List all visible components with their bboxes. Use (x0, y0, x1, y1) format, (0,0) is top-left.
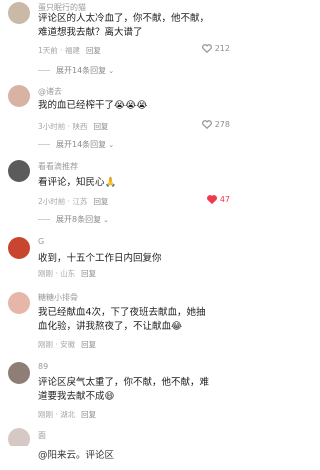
comment-meta: 刚刚 · 安徽 回复 (38, 340, 97, 349)
divider (38, 70, 50, 71)
comment-location: 湖北 (60, 410, 76, 419)
avatar[interactable] (8, 2, 30, 24)
expand-replies-button[interactable]: 展开14条回复 ⌄ (38, 65, 114, 76)
comment-username[interactable]: 89 (38, 362, 48, 371)
heart-icon (201, 44, 212, 53)
comment-time: 刚刚 (38, 340, 53, 349)
expand-replies-label: 展开8条回复 (56, 215, 102, 224)
comment-meta: 刚刚 · 湖北 回复 (38, 410, 97, 419)
comment-location: 江苏 (72, 197, 88, 206)
comment-meta: 1天前 · 福建 回复 (38, 46, 101, 55)
comment-location: 安徽 (60, 340, 76, 349)
comment-time: 刚刚 (38, 410, 53, 419)
comment-time: 刚刚 (38, 269, 53, 278)
avatar[interactable] (8, 237, 30, 259)
comment-meta: 2小时前 · 江苏 回复 (38, 197, 109, 206)
divider (38, 219, 50, 220)
reply-button[interactable]: 回复 (86, 46, 101, 55)
chevron-down-icon: ⌄ (108, 140, 115, 149)
comment-text: 我的血已经榨干了😭😭😭 (38, 100, 148, 111)
comment-location: 福建 (64, 46, 80, 55)
chevron-down-icon: ⌄ (108, 66, 115, 75)
comment-username[interactable]: 看看滴推荐 (38, 161, 78, 172)
bottom-bar (0, 446, 240, 470)
comment-text: 评论区戾气太重了，你不献，他不献，难道要我去献不成😄 (38, 377, 210, 402)
like-button[interactable]: 47 (206, 195, 230, 204)
comment-text: 评论区的人太冷血了，你不献，他不献，难道想我去献？离大谱了 (38, 13, 210, 38)
avatar[interactable] (8, 85, 30, 107)
comment-time: 1天前 (38, 46, 58, 55)
comment-username[interactable]: 糖糖小排骨 (38, 292, 78, 303)
avatar[interactable] (8, 362, 30, 384)
avatar[interactable] (8, 160, 30, 182)
comment-username[interactable]: 面 (38, 430, 46, 441)
comment-meta: 刚刚 · 山东 回复 (38, 269, 97, 278)
divider (38, 144, 50, 145)
heart-icon (206, 195, 217, 204)
like-count: 47 (219, 195, 230, 204)
comment-time: 3小时前 (38, 122, 66, 131)
expand-replies-label: 展开14条回复 (56, 140, 107, 149)
reply-button[interactable]: 回复 (93, 197, 108, 206)
comment-username[interactable]: G (38, 237, 44, 246)
like-count: 212 (214, 44, 230, 53)
expand-replies-label: 展开14条回复 (56, 66, 107, 75)
comment-username[interactable]: @诸去 (38, 86, 62, 97)
like-count: 278 (214, 120, 230, 129)
comment-text: 看评论，知民心🙏 (38, 177, 117, 188)
expand-replies-button[interactable]: 展开8条回复 ⌄ (38, 214, 109, 225)
chevron-down-icon: ⌄ (103, 215, 109, 224)
reply-button[interactable]: 回复 (93, 122, 108, 131)
reply-button[interactable]: 回复 (81, 410, 96, 419)
bottom-mention-text: @阳来云。评论区 (38, 450, 115, 461)
comment-text: 收到，十五个工作日内回复你 (38, 253, 162, 264)
reply-button[interactable]: 回复 (81, 340, 96, 349)
like-button[interactable]: 212 (201, 44, 230, 53)
comment-text: 我已经献血4次，下了夜班去献血，她抽血化验，讲我熬夜了，不让献血😂 (38, 307, 206, 332)
reply-button[interactable]: 回复 (81, 269, 96, 278)
avatar[interactable] (8, 292, 30, 314)
expand-replies-button[interactable]: 展开14条回复 ⌄ (38, 139, 114, 150)
comment-location: 山东 (60, 269, 76, 278)
comment-time: 2小时前 (38, 197, 66, 206)
comment-meta: 3小时前 · 陕西 回复 (38, 122, 109, 131)
heart-icon (201, 120, 212, 129)
like-button[interactable]: 278 (201, 120, 230, 129)
comment-location: 陕西 (72, 122, 88, 131)
